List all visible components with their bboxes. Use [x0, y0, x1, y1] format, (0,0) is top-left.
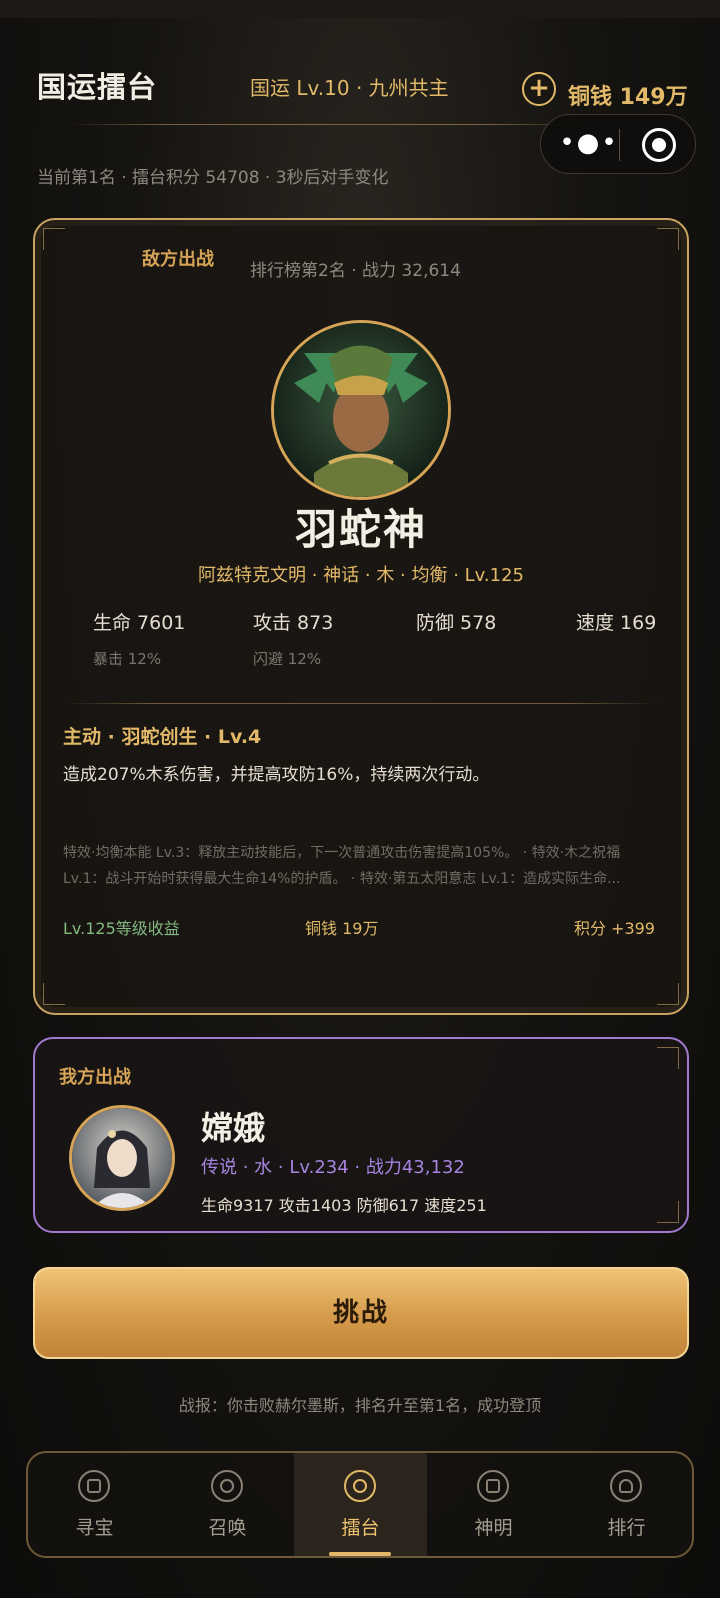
enemy-portrait-avatar[interactable]	[271, 320, 451, 500]
enemy-card: 敌方出战 排行榜第2名 · 战力 32,614 羽蛇神 阿兹特克文明 · 神话 …	[33, 218, 689, 1015]
player-attributes: 传说 · 水 · Lv.234 · 战力43,132	[201, 1157, 465, 1178]
nav-label: 召唤	[208, 1517, 247, 1539]
enemy-crit: 暴击 12%	[93, 650, 162, 668]
enemy-label: 敌方出战	[142, 249, 214, 270]
arena-status: 当前第1名 · 擂台积分 54708 · 3秒后对手变化	[37, 168, 389, 188]
treasure-icon	[78, 1470, 110, 1502]
nav-label: 神明	[474, 1517, 513, 1539]
corner-ornament	[657, 1047, 679, 1069]
reward-score: 积分 +399	[573, 919, 655, 938]
nav-label: 擂台	[341, 1517, 380, 1539]
enemy-atk: 攻击 873	[253, 612, 334, 634]
enemy-def: 防御 578	[416, 612, 497, 634]
section-divider	[65, 703, 657, 704]
nav-item-gods[interactable]: 神明	[427, 1453, 560, 1556]
player-card[interactable]: 我方出战 嫦娥 传说 · 水 · Lv.234 · 战力43,132 生命931…	[33, 1037, 689, 1233]
corner-ornament	[657, 228, 679, 250]
nav-item-treasure[interactable]: 寻宝	[28, 1453, 161, 1556]
bottom-nav: 寻宝 召唤 擂台 神明 排行	[26, 1451, 694, 1558]
player-portrait-avatar[interactable]	[69, 1105, 175, 1211]
corner-ornament	[657, 983, 679, 1005]
corner-ornament	[43, 228, 65, 250]
battle-report: 战报：你击败赫尔墨斯，排名升至第1名，成功登顶	[178, 1396, 542, 1415]
enemy-spd: 速度 169	[576, 612, 657, 634]
corner-ornament	[657, 1201, 679, 1223]
more-dots-icon[interactable]: •●•	[559, 130, 619, 159]
nav-label: 寻宝	[75, 1517, 114, 1539]
player-stats: 生命9317 攻击1403 防御617 速度251	[201, 1196, 487, 1215]
passive-effects: 特效·均衡本能 Lv.3：释放主动技能后，下一次普通攻击伤害提高105%。 · …	[63, 845, 621, 887]
corner-ornament	[43, 983, 65, 1005]
capsule-divider	[619, 129, 620, 161]
enemy-name: 羽蛇神	[294, 505, 427, 554]
nav-item-summon[interactable]: 召唤	[161, 1453, 294, 1556]
challenge-button[interactable]: 挑战	[33, 1267, 689, 1359]
active-skill-title: 主动 · 羽蛇创生 · Lv.4	[63, 726, 262, 748]
enemy-dodge: 闪避 12%	[253, 650, 322, 668]
enemy-rank: 排行榜第2名 · 战力 32,614	[250, 261, 461, 281]
gods-icon	[477, 1470, 509, 1502]
target-circle-icon[interactable]	[642, 128, 676, 162]
active-skill-desc: 造成207%木系伤害，并提高攻防16%，持续两次行动。	[63, 765, 490, 785]
nation-level: 国运 Lv.10 · 九州共主	[250, 76, 449, 100]
page-title: 国运擂台	[37, 70, 158, 104]
reward-level: Lv.125等级收益	[63, 919, 180, 938]
arena-icon	[344, 1470, 376, 1502]
player-name: 嫦娥	[201, 1109, 266, 1147]
nav-label: 排行	[607, 1517, 646, 1539]
coin-balance: 铜钱 149万	[568, 85, 688, 110]
plus-icon[interactable]: +	[522, 72, 556, 106]
reward-coin: 铜钱 19万	[305, 919, 379, 938]
enemy-attributes: 阿兹特克文明 · 神话 · 木 · 均衡 · Lv.125	[197, 565, 525, 586]
nav-item-ranking[interactable]: 排行	[560, 1453, 693, 1556]
nav-item-arena[interactable]: 擂台	[294, 1453, 427, 1556]
summon-icon	[211, 1470, 243, 1502]
active-indicator	[329, 1552, 391, 1556]
ranking-icon	[610, 1470, 642, 1502]
enemy-hp: 生命 7601	[93, 612, 186, 634]
mini-program-capsule: •●•	[540, 114, 696, 174]
header-divider	[68, 124, 588, 125]
top-strip	[0, 0, 720, 18]
player-label: 我方出战	[59, 1067, 131, 1088]
